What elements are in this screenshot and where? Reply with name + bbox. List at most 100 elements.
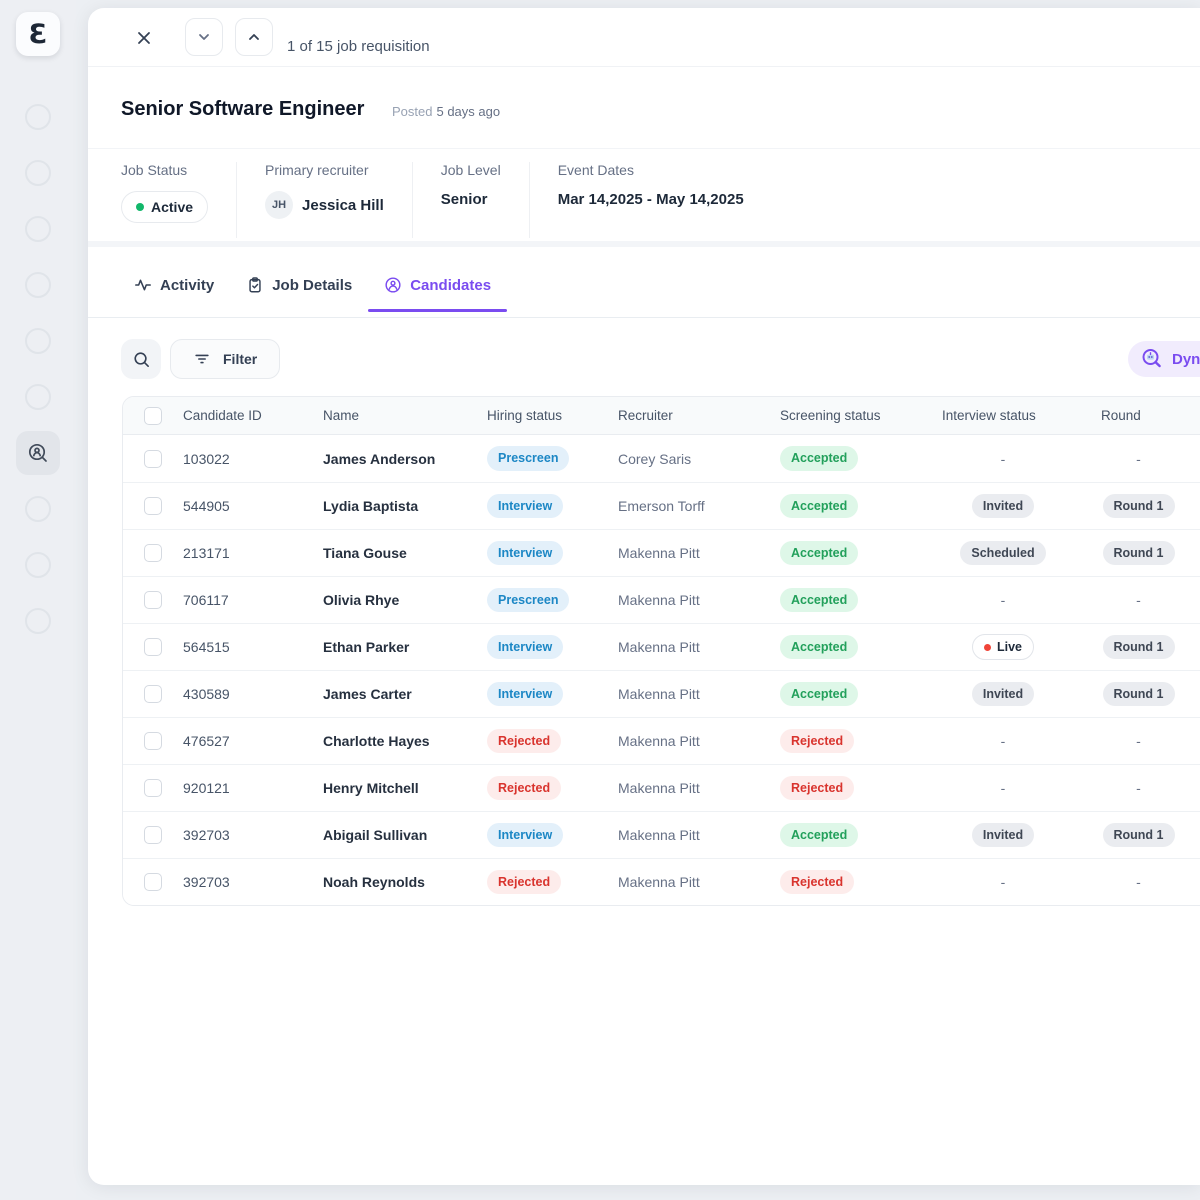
- row-checkbox[interactable]: [144, 685, 162, 703]
- filter-label: Filter: [223, 351, 257, 367]
- recruiter-name: Makenna Pitt: [618, 874, 780, 890]
- filter-button[interactable]: Filter: [170, 339, 280, 379]
- row-checkbox[interactable]: [144, 497, 162, 515]
- candidates-table: Candidate ID Name Hiring status Recruite…: [122, 396, 1200, 906]
- person-circle-icon: [384, 276, 402, 294]
- posted-label: Posted: [392, 104, 432, 119]
- screening-status-badge: Accepted: [780, 446, 858, 470]
- tab-activity[interactable]: Activity: [118, 262, 230, 312]
- meta-label: Job Status: [121, 162, 208, 178]
- row-checkbox[interactable]: [144, 732, 162, 750]
- candidate-name: James Carter: [323, 686, 487, 702]
- table-row[interactable]: 430589James CarterInterviewMakenna PittA…: [123, 670, 1200, 717]
- table-body: 103022James AndersonPrescreenCorey Saris…: [123, 435, 1200, 905]
- divider: [88, 317, 1200, 318]
- recruiter-name: Makenna Pitt: [618, 592, 780, 608]
- circle-icon: [25, 160, 51, 186]
- candidate-name: Abigail Sullivan: [323, 827, 487, 843]
- hiring-status-badge: Rejected: [487, 870, 561, 894]
- app-logo-icon[interactable]: Ɛ: [16, 12, 60, 56]
- dynamic-search-button[interactable]: Dyn: [1128, 341, 1200, 377]
- table-row[interactable]: 544905Lydia BaptistaInterviewEmerson Tor…: [123, 482, 1200, 529]
- sidebar-item-3[interactable]: [16, 207, 60, 251]
- dynamic-search-label: Dyn: [1172, 351, 1200, 368]
- previous-requisition-button[interactable]: [185, 18, 223, 56]
- sidebar-item-9[interactable]: [16, 543, 60, 587]
- interview-status-empty: -: [1001, 733, 1006, 749]
- sidebar-item-1[interactable]: [16, 95, 60, 139]
- round-badge: Round 1: [1103, 635, 1175, 659]
- column-header-name: Name: [323, 408, 487, 423]
- table-row[interactable]: 213171Tiana GouseInterviewMakenna PittAc…: [123, 529, 1200, 576]
- tab-job-details[interactable]: Job Details: [230, 262, 368, 312]
- sidebar-item-6[interactable]: [16, 375, 60, 419]
- recruiter-name: Makenna Pitt: [618, 545, 780, 561]
- tab-label: Candidates: [410, 277, 491, 294]
- recruiter-name: Makenna Pitt: [618, 733, 780, 749]
- status-badge-label: Active: [151, 199, 193, 215]
- meta-primary-recruiter: Primary recruiter JH Jessica Hill: [265, 162, 413, 238]
- screening-status-badge: Accepted: [780, 541, 858, 565]
- filter-icon: [193, 350, 211, 368]
- person-search-icon: [26, 441, 50, 465]
- column-header-recruiter: Recruiter: [618, 408, 780, 423]
- hiring-status-badge: Interview: [487, 682, 563, 706]
- screening-status-badge: Rejected: [780, 729, 854, 753]
- table-row[interactable]: 706117Olivia RhyePrescreenMakenna PittAc…: [123, 576, 1200, 623]
- candidate-name: Olivia Rhye: [323, 592, 487, 608]
- tab-candidates[interactable]: Candidates: [368, 262, 507, 312]
- row-checkbox[interactable]: [144, 826, 162, 844]
- posted-value: 5 days ago: [436, 104, 500, 119]
- row-checkbox[interactable]: [144, 591, 162, 609]
- sidebar-item-2[interactable]: [16, 151, 60, 195]
- screening-status-badge: Rejected: [780, 870, 854, 894]
- round-empty: -: [1136, 874, 1141, 890]
- screening-status-badge: Accepted: [780, 682, 858, 706]
- active-dot-icon: [136, 203, 144, 211]
- status-badge: Active: [121, 191, 208, 223]
- interview-status-badge: Invited: [972, 823, 1034, 847]
- tab-bar: Activity Job Details Candidates: [118, 262, 507, 312]
- search-button[interactable]: [121, 339, 161, 379]
- interview-status-badge: Invited: [972, 682, 1034, 706]
- chevron-up-icon: [246, 29, 262, 45]
- interview-status-badge: Scheduled: [960, 541, 1045, 565]
- close-icon[interactable]: [134, 28, 154, 48]
- sidebar-item-10[interactable]: [16, 599, 60, 643]
- column-header-round: Round: [1064, 408, 1200, 423]
- table-row[interactable]: 103022James AndersonPrescreenCorey Saris…: [123, 435, 1200, 482]
- hiring-status-badge: Rejected: [487, 776, 561, 800]
- ai-search-icon: [1140, 347, 1164, 371]
- select-all-checkbox[interactable]: [144, 407, 162, 425]
- next-requisition-button[interactable]: [235, 18, 273, 56]
- table-row[interactable]: 920121Henry MitchellRejectedMakenna Pitt…: [123, 764, 1200, 811]
- row-checkbox[interactable]: [144, 450, 162, 468]
- interview-status-empty: -: [1001, 874, 1006, 890]
- table-row[interactable]: 392703Abigail SullivanInterviewMakenna P…: [123, 811, 1200, 858]
- avatar: JH: [265, 191, 293, 219]
- hiring-status-badge: Prescreen: [487, 588, 569, 612]
- circle-icon: [25, 552, 51, 578]
- recruiter-name: Makenna Pitt: [618, 780, 780, 796]
- sidebar-item-candidate-search[interactable]: [16, 431, 60, 475]
- sidebar-item-8[interactable]: [16, 487, 60, 531]
- hiring-status-badge: Rejected: [487, 729, 561, 753]
- row-checkbox[interactable]: [144, 544, 162, 562]
- table-row[interactable]: 392703Noah ReynoldsRejectedMakenna PittR…: [123, 858, 1200, 905]
- job-level-value: Senior: [441, 191, 501, 208]
- round-empty: -: [1136, 780, 1141, 796]
- screening-status-badge: Accepted: [780, 635, 858, 659]
- round-badge: Round 1: [1103, 541, 1175, 565]
- row-checkbox[interactable]: [144, 638, 162, 656]
- sidebar-item-4[interactable]: [16, 263, 60, 307]
- sidebar-item-5[interactable]: [16, 319, 60, 363]
- recruiter-name: Makenna Pitt: [618, 827, 780, 843]
- recruiter-name: Makenna Pitt: [618, 639, 780, 655]
- table-row[interactable]: 564515Ethan ParkerInterviewMakenna PittA…: [123, 623, 1200, 670]
- column-header-screening-status: Screening status: [780, 408, 942, 423]
- screening-status-badge: Accepted: [780, 588, 858, 612]
- candidate-id: 392703: [183, 874, 323, 890]
- row-checkbox[interactable]: [144, 779, 162, 797]
- table-row[interactable]: 476527Charlotte HayesRejectedMakenna Pit…: [123, 717, 1200, 764]
- row-checkbox[interactable]: [144, 873, 162, 891]
